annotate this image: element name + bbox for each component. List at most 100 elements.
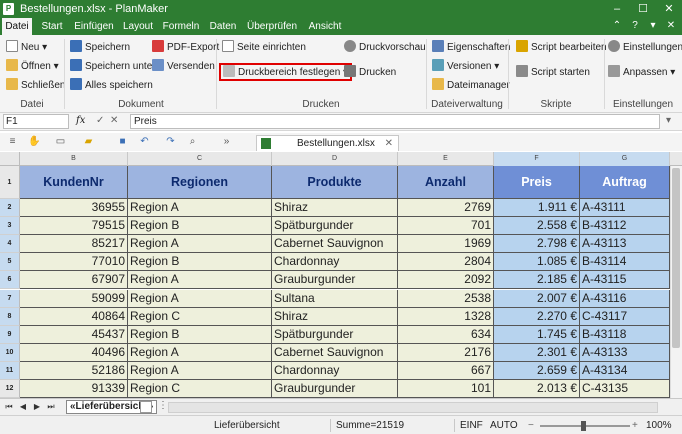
table-cell[interactable]: Grauburgunder [272,271,398,290]
table-cell[interactable]: 2.558 € [494,217,580,236]
table-cell[interactable]: C-43135 [580,380,670,398]
table-cell[interactable]: 701 [398,217,494,236]
table-cell[interactable]: 52186 [20,361,128,380]
redo-icon[interactable]: ↷ [164,135,177,148]
zoom-in-icon[interactable]: + [632,420,638,431]
first-sheet-icon[interactable]: ⏮ [3,401,15,413]
table-cell[interactable]: A-43115 [580,271,670,290]
druckbereich-festlegen-button[interactable]: Druckbereich festlegen ▾ [219,63,353,81]
last-sheet-icon[interactable]: ⏭ [45,401,57,413]
scrollbar-thumb[interactable] [672,168,680,348]
seite-einrichten-button[interactable]: Seite einrichten [222,40,306,56]
table-cell[interactable]: 79515 [20,217,128,236]
menu-icon[interactable]: ≡ [6,135,19,148]
alles-speichern-button[interactable]: Alles speichern [70,78,153,94]
speichern-button[interactable]: Speichern [70,40,130,56]
table-cell[interactable]: 2.659 € [494,361,580,380]
script-bearbeiten-button[interactable]: Script bearbeiten [516,40,607,56]
next-sheet-icon[interactable]: ▶ [31,401,43,413]
row-header[interactable]: 4 [0,235,20,254]
ribbon-collapse-icon[interactable]: ⌃ [610,19,624,33]
script-starten-button[interactable]: Script starten [516,65,590,81]
function-icon[interactable]: fx [76,115,85,126]
header-cell[interactable]: Produkte [272,166,398,199]
column-header-g[interactable]: G [580,152,670,166]
schliessen-button[interactable]: Schließen [6,78,65,94]
table-cell[interactable]: B-43114 [580,253,670,272]
oeffnen-button[interactable]: Öffnen ▾ [6,59,59,75]
table-cell[interactable]: Region A [128,199,272,218]
table-cell[interactable]: 1.085 € [494,253,580,272]
table-cell[interactable]: Region A [128,235,272,254]
formula-input[interactable]: Preis [130,114,660,129]
tab-ueberpruefen[interactable]: Überprüfen [244,18,300,35]
tab-formeln[interactable]: Formeln [160,18,202,35]
dropdown-icon[interactable]: ▾ [646,19,660,33]
open-icon[interactable]: ▰ [82,135,95,148]
table-cell[interactable]: Region B [128,325,272,344]
table-cell[interactable]: A-43111 [580,199,670,218]
table-cell[interactable]: Cabernet Sauvignon [272,235,398,254]
row-header[interactable]: 11 [0,361,20,380]
tab-einfuegen[interactable]: Einfügen [72,18,116,35]
table-cell[interactable]: 40864 [20,307,128,326]
table-cell[interactable]: 2.185 € [494,271,580,290]
table-cell[interactable]: Region C [128,307,272,326]
row-header[interactable]: 2 [0,199,20,218]
status-calc-mode[interactable]: AUTO [490,420,518,431]
zoom-slider-thumb[interactable] [581,421,586,431]
row-header[interactable]: 10 [0,343,20,362]
status-insert-mode[interactable]: EINF [460,420,483,431]
table-cell[interactable]: Spätburgunder [272,217,398,236]
table-cell[interactable]: 2538 [398,289,494,308]
new-file-icon[interactable]: ▭ [54,135,67,148]
minimize-button[interactable]: – [604,0,630,18]
table-cell[interactable]: 2804 [398,253,494,272]
table-cell[interactable]: Spätburgunder [272,325,398,344]
table-cell[interactable]: 2.013 € [494,380,580,398]
zoom-out-icon[interactable]: − [528,420,534,431]
header-cell[interactable]: Anzahl [398,166,494,199]
table-cell[interactable]: A-43113 [580,235,670,254]
tab-layout[interactable]: Layout [120,18,156,35]
column-header-d[interactable]: D [272,152,398,166]
neu-button[interactable]: Neu ▾ [6,40,47,56]
close-tab-icon[interactable]: ✕ [385,136,393,151]
eigenschaften-button[interactable]: Eigenschaften [432,40,510,56]
table-cell[interactable]: 2.301 € [494,343,580,362]
table-cell[interactable]: 45437 [20,325,128,344]
table-cell[interactable]: 2.798 € [494,235,580,254]
cancel-icon[interactable]: ✕ [110,115,118,126]
document-tab[interactable]: Bestellungen.xlsx ✕ [256,135,399,151]
table-cell[interactable]: C-43117 [580,307,670,326]
close-button[interactable]: ✕ [656,0,682,18]
row-header[interactable]: 1 [0,166,20,199]
hand-icon[interactable]: ✋ [28,135,41,148]
versenden-button[interactable]: Versenden [152,59,215,75]
row-header[interactable]: 7 [0,289,20,308]
table-cell[interactable]: 667 [398,361,494,380]
add-sheet-icon[interactable] [140,401,152,413]
prev-sheet-icon[interactable]: ◀ [17,401,29,413]
table-cell[interactable]: 36955 [20,199,128,218]
drucken-button[interactable]: Drucken [344,65,396,81]
table-cell[interactable]: Shiraz [272,307,398,326]
table-cell[interactable]: 77010 [20,253,128,272]
tab-ansicht[interactable]: Ansicht [304,18,346,35]
table-cell[interactable]: Cabernet Sauvignon [272,343,398,362]
table-cell[interactable]: 2092 [398,271,494,290]
table-cell[interactable]: 2176 [398,343,494,362]
table-cell[interactable]: Chardonnay [272,361,398,380]
table-cell[interactable]: Region B [128,217,272,236]
row-header[interactable]: 8 [0,307,20,326]
table-cell[interactable]: Region A [128,361,272,380]
row-header[interactable]: 5 [0,253,20,272]
header-cell[interactable]: Auftrag [580,166,670,199]
table-cell[interactable]: 2769 [398,199,494,218]
maximize-button[interactable]: ☐ [630,0,656,18]
select-all-corner[interactable] [0,152,20,166]
row-header[interactable]: 9 [0,325,20,344]
dateimanager-button[interactable]: Dateimanager [432,78,510,94]
header-cell[interactable]: Preis [494,166,580,199]
table-cell[interactable]: Shiraz [272,199,398,218]
